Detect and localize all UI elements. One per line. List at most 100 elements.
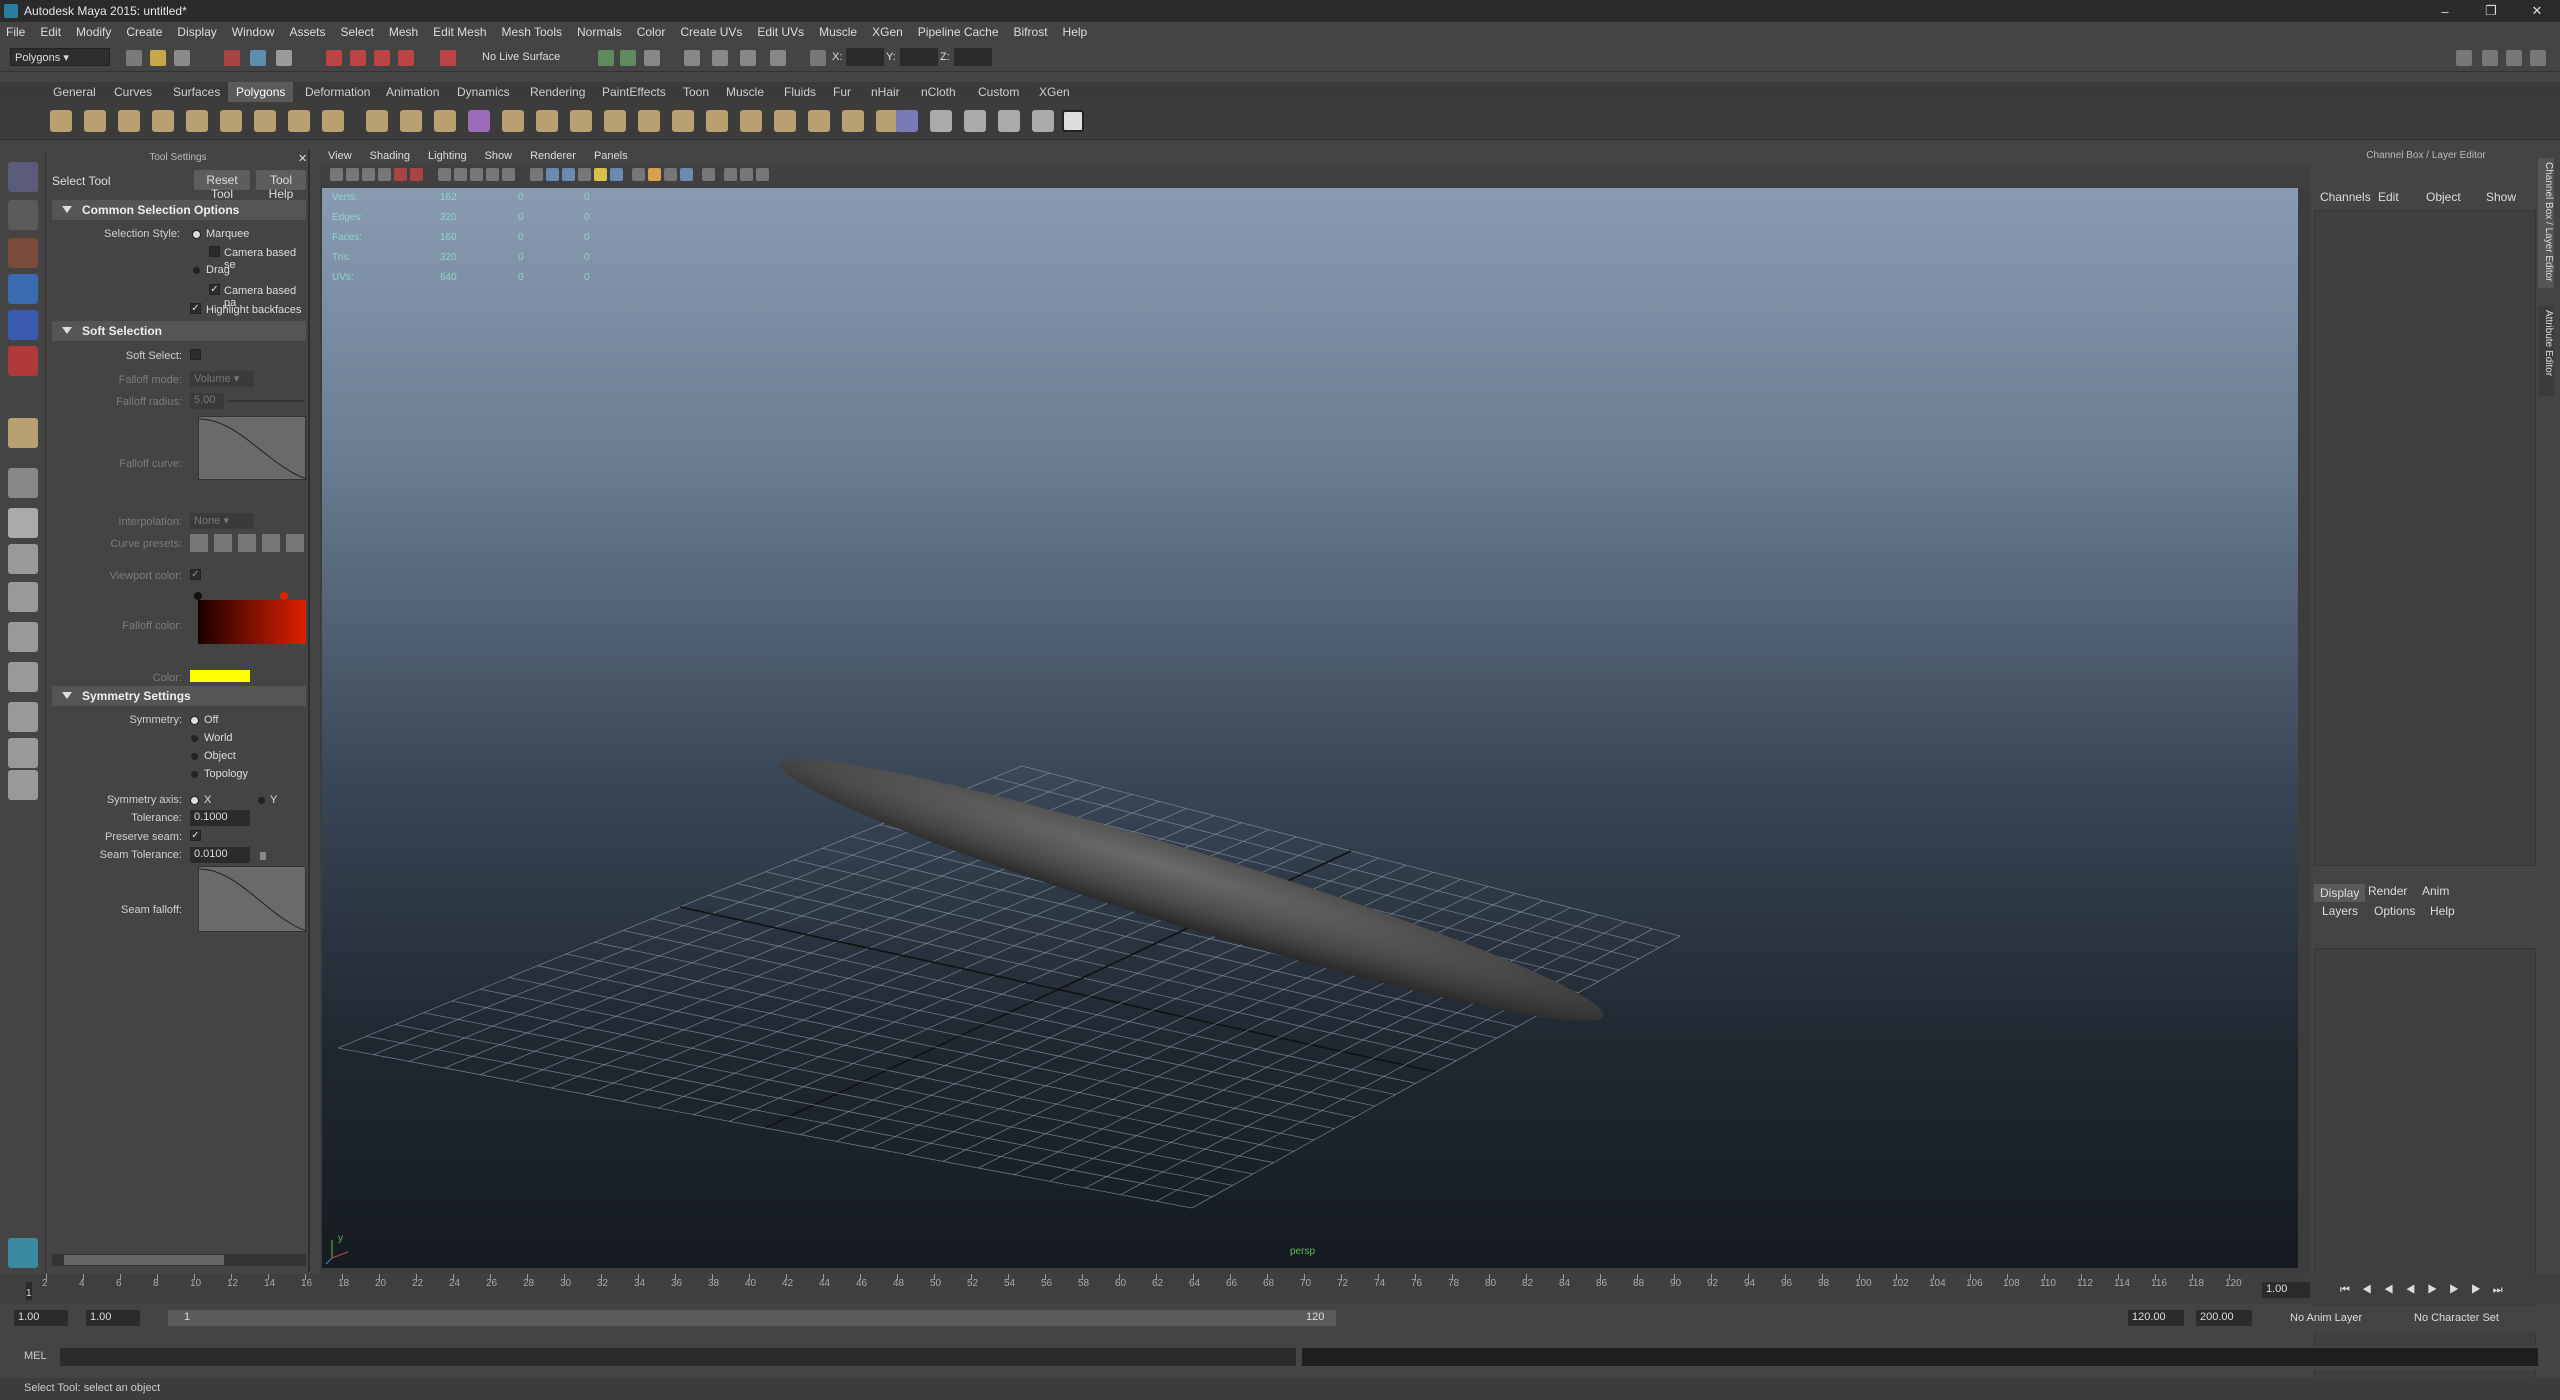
axis-y-radio[interactable] (258, 797, 265, 804)
depth-of-field-icon[interactable] (680, 168, 693, 181)
shelf-tab[interactable]: PaintEffects (594, 82, 674, 102)
channel-tab[interactable]: Show (2486, 190, 2516, 204)
screen-space-ao-icon[interactable] (632, 168, 645, 181)
channel-box-toggle-icon[interactable] (2530, 50, 2546, 66)
shelf-tab[interactable]: Muscle (718, 82, 772, 102)
menu-item[interactable]: Edit (40, 25, 61, 39)
current-time-field[interactable]: 1.00 (2262, 1282, 2310, 1298)
safe-title-icon[interactable] (502, 168, 515, 181)
snap-point-icon[interactable] (374, 50, 390, 66)
marquee-radio[interactable] (193, 231, 200, 238)
grid-toggle-icon[interactable] (394, 168, 407, 181)
layer-menu-item[interactable]: Layers (2322, 904, 2358, 918)
ipr-render-icon[interactable] (712, 50, 728, 66)
snap-plane-icon[interactable] (398, 50, 414, 66)
rotate-tool-icon[interactable] (8, 310, 38, 340)
snap-curve-icon[interactable] (350, 50, 366, 66)
poly-torus-icon[interactable] (220, 110, 242, 132)
isolate-select-icon[interactable] (702, 168, 715, 181)
curve-preset-button[interactable] (238, 534, 256, 552)
falloff-curve-graph[interactable] (198, 416, 308, 480)
wireframe-icon[interactable] (530, 168, 543, 181)
command-input[interactable] (60, 1348, 1296, 1366)
append-polygon-icon[interactable] (638, 110, 660, 132)
merge-icon[interactable] (876, 110, 898, 132)
menu-item[interactable]: File (6, 25, 25, 39)
symmetry-world-radio[interactable] (191, 735, 198, 742)
interpolation-dropdown[interactable]: None ▾ (190, 513, 254, 529)
uv-texture-editor-icon[interactable] (1062, 110, 1084, 132)
close-panel-icon[interactable]: ✕ (298, 152, 307, 165)
scrollbar-thumb[interactable] (64, 1255, 224, 1265)
symmetry-object-radio[interactable] (191, 753, 198, 760)
channel-tab[interactable]: Edit (2378, 190, 2399, 204)
xray-active-icon[interactable] (756, 168, 769, 181)
shelf-tab[interactable]: Polygons (228, 82, 294, 102)
tolerance-field[interactable]: 0.1000 (190, 810, 250, 826)
gate-mask-icon[interactable] (454, 168, 467, 181)
menu-item[interactable]: Normals (577, 25, 622, 39)
render-settings-icon[interactable] (740, 50, 756, 66)
select-hierarchy-icon[interactable] (224, 50, 240, 66)
extract-icon[interactable] (434, 110, 456, 132)
menu-item[interactable]: Modify (76, 25, 111, 39)
channel-tab[interactable]: Channels (2320, 190, 2371, 204)
menu-item[interactable]: Display (177, 25, 216, 39)
ramp-start-handle[interactable] (194, 592, 202, 600)
viewport-menu-item[interactable]: Show (485, 150, 513, 162)
shelf-tab[interactable]: Fluids (776, 82, 824, 102)
preserve-seam-checkbox[interactable]: ✓ (190, 830, 201, 841)
input-ops-icon[interactable] (598, 50, 614, 66)
playback-controls[interactable]: ⏮◀◀◀▶▶▶⏭ (2340, 1284, 2515, 1297)
menu-item[interactable]: Mesh Tools (502, 25, 562, 39)
start-time-field[interactable]: 1.00 (14, 1310, 68, 1326)
layout-graph-icon[interactable] (8, 738, 38, 768)
tool-settings-toggle-icon[interactable] (2506, 50, 2522, 66)
paint-select-tool-icon[interactable] (8, 238, 38, 268)
range-bar[interactable]: 1 120 (168, 1310, 1336, 1326)
end-time-field[interactable]: 200.00 (2196, 1310, 2252, 1326)
symmetry-topology-radio[interactable] (191, 771, 198, 778)
falloff-color-ramp[interactable] (198, 600, 306, 644)
select-object-icon[interactable] (250, 50, 266, 66)
viewport-menu-item[interactable]: Lighting (428, 150, 467, 162)
viewport-menu-item[interactable]: View (328, 150, 352, 162)
smooth-shade-icon[interactable] (546, 168, 559, 181)
horizontal-scrollbar[interactable] (52, 1254, 306, 1266)
menu-item[interactable]: Select (340, 25, 373, 39)
menu-item[interactable]: Mesh (389, 25, 418, 39)
channel-list[interactable] (2314, 210, 2536, 866)
symmetry-off-radio[interactable] (191, 717, 198, 724)
layer-tab[interactable]: Display (2314, 884, 2366, 902)
layer-menu-item[interactable]: Help (2430, 904, 2455, 918)
layout-four-icon[interactable] (8, 508, 38, 538)
offset-edge-loop-icon[interactable] (740, 110, 762, 132)
planar-mapping-icon[interactable] (930, 110, 952, 132)
soft-selection-section[interactable]: Soft Selection (52, 321, 306, 341)
menu-item[interactable]: Create (126, 25, 162, 39)
time-slider[interactable]: 1 2 4 6 8 10 12 14 16 18 20 22 24 26 28 30 32 34 36 38 40 42… (0, 1274, 2560, 1304)
reset-tool-button[interactable]: Reset Tool (194, 170, 250, 201)
poly-prism-icon[interactable] (254, 110, 276, 132)
hypershade-icon[interactable] (770, 50, 786, 66)
shelf-tab[interactable]: Fur (825, 82, 859, 102)
shelf-tab[interactable]: Deformation (297, 82, 378, 102)
safe-action-icon[interactable] (486, 168, 499, 181)
shadows-icon[interactable] (610, 168, 623, 181)
textured-icon[interactable] (578, 168, 591, 181)
menu-item[interactable]: Create UVs (680, 25, 742, 39)
menu-item[interactable]: Color (637, 25, 666, 39)
shelf-tab[interactable]: Animation (378, 82, 447, 102)
poly-cone-icon[interactable] (152, 110, 174, 132)
soft-select-checkbox[interactable] (190, 349, 201, 360)
falloff-radius-field[interactable]: 5.00 (190, 393, 224, 409)
last-tool-icon[interactable] (8, 418, 38, 448)
playback-start-field[interactable]: 1.00 (86, 1310, 140, 1326)
xray-joints-icon[interactable] (740, 168, 753, 181)
shelf-tab[interactable]: Rendering (522, 82, 593, 102)
save-scene-icon[interactable] (174, 50, 190, 66)
attribute-editor-side-tab[interactable]: Attribute Editor (2538, 306, 2554, 396)
make-live-icon[interactable] (440, 50, 456, 66)
playback-end-field[interactable]: 120.00 (2128, 1310, 2184, 1326)
layout-persp-outliner-icon[interactable] (8, 582, 38, 612)
